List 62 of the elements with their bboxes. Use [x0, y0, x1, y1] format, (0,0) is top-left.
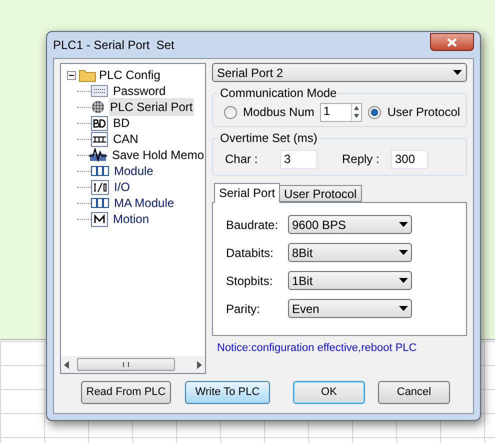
waveform-icon — [88, 148, 107, 162]
tree-item[interactable]: PLC Config — [99, 66, 160, 84]
tree-item[interactable]: BD — [112, 114, 131, 132]
group-title: Overtime Set (ms) — [219, 131, 318, 145]
tree-item[interactable]: Motion — [112, 210, 150, 228]
number-spinner[interactable]: 1 — [320, 102, 362, 122]
scroll-right-icon[interactable] — [197, 360, 202, 368]
group-title: Communication Mode — [219, 86, 338, 100]
radio-label: Modbus Num — [243, 104, 314, 121]
close-icon — [447, 38, 457, 46]
tab[interactable]: Serial Port — [214, 183, 280, 203]
setting-dropdown[interactable]: Even — [288, 299, 412, 318]
scroll-left-icon[interactable] — [64, 360, 69, 368]
tree-item[interactable]: MA Module — [113, 194, 176, 212]
module-icon — [91, 198, 109, 208]
window-title: PLC1 - Serial Port Set — [53, 37, 174, 54]
setting-label: Baudrate: — [226, 216, 280, 234]
setting-dropdown[interactable]: 8Bit — [288, 243, 412, 262]
horizontal-scrollbar[interactable] — [61, 356, 205, 373]
dropdown-arrow-icon — [399, 278, 408, 283]
setting-label: Databits: — [226, 244, 274, 262]
module-icon — [91, 166, 109, 176]
dialog-button[interactable]: OK — [293, 381, 365, 404]
radio-button[interactable] — [368, 106, 382, 118]
spin-down-icon[interactable] — [352, 112, 362, 120]
tree-item[interactable]: PLC Serial Port — [109, 98, 194, 116]
radio-label: User Protocol — [387, 104, 460, 121]
field-label: Char : — [225, 151, 259, 168]
tab[interactable]: User Protocol — [279, 185, 362, 202]
dialog-button[interactable]: Read From PLC — [81, 381, 171, 404]
spin-up-icon[interactable] — [352, 104, 362, 112]
dialog-button[interactable]: Cancel — [378, 381, 450, 404]
notice-text: Notice:configuration effective,reboot PLC — [217, 341, 418, 356]
reply-field[interactable]: 300 — [391, 150, 428, 168]
radio-button[interactable] — [224, 106, 237, 118]
tree-item[interactable]: I/O — [113, 178, 132, 196]
tree-item[interactable]: Module — [113, 162, 154, 180]
io-board-icon — [91, 180, 109, 194]
motion-icon — [91, 212, 108, 226]
globe-icon — [91, 100, 105, 114]
close-button[interactable] — [430, 33, 474, 51]
setting-dropdown[interactable]: 1Bit — [288, 271, 412, 290]
board-icon — [91, 116, 108, 130]
char-field[interactable]: 3 — [280, 150, 317, 168]
setting-label: Stopbits: — [226, 272, 274, 290]
keyboard-icon — [91, 85, 108, 97]
scroll-thumb[interactable] — [77, 358, 175, 371]
folder-icon — [79, 68, 96, 82]
bus-icon — [91, 132, 108, 146]
port-dropdown[interactable]: Serial Port 2 — [212, 63, 467, 82]
dropdown-arrow-icon — [399, 222, 408, 227]
tree-item[interactable]: CAN — [112, 130, 140, 148]
dropdown-arrow-icon — [453, 70, 462, 75]
tree-item[interactable]: Save Hold Memo — [110, 146, 205, 164]
dropdown-arrow-icon — [399, 306, 408, 311]
dropdown-arrow-icon — [399, 250, 408, 255]
setting-label: Parity: — [226, 300, 262, 318]
field-label: Reply : — [342, 151, 380, 168]
dialog-button[interactable]: Write To PLC — [185, 381, 270, 404]
collapse-toggle[interactable] — [67, 70, 76, 80]
tree-item[interactable]: Password — [112, 82, 167, 100]
setting-dropdown[interactable]: 9600 BPS — [288, 215, 412, 234]
